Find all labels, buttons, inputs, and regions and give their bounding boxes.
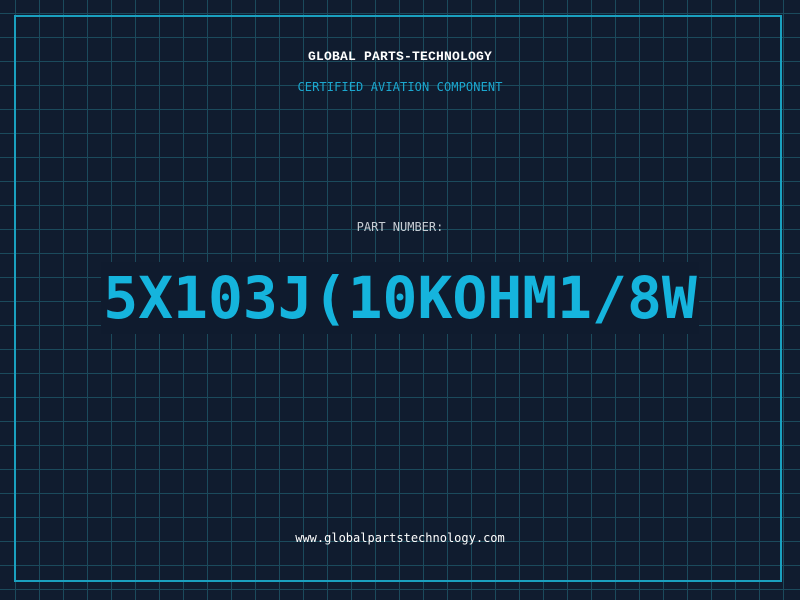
- part-number-value: 5X103J(10KOHM1/8W: [0, 262, 800, 334]
- component-card: GLOBAL PARTS-TECHNOLOGY CERTIFIED AVIATI…: [0, 0, 800, 600]
- company-name: GLOBAL PARTS-TECHNOLOGY: [307, 49, 493, 64]
- certification-subtitle: CERTIFIED AVIATION COMPONENT: [297, 80, 503, 94]
- website-url: www.globalpartstechnology.com: [295, 531, 505, 545]
- part-number-label: PART NUMBER:: [356, 220, 444, 234]
- part-number-text: 5X103J(10KOHM1/8W: [101, 262, 699, 334]
